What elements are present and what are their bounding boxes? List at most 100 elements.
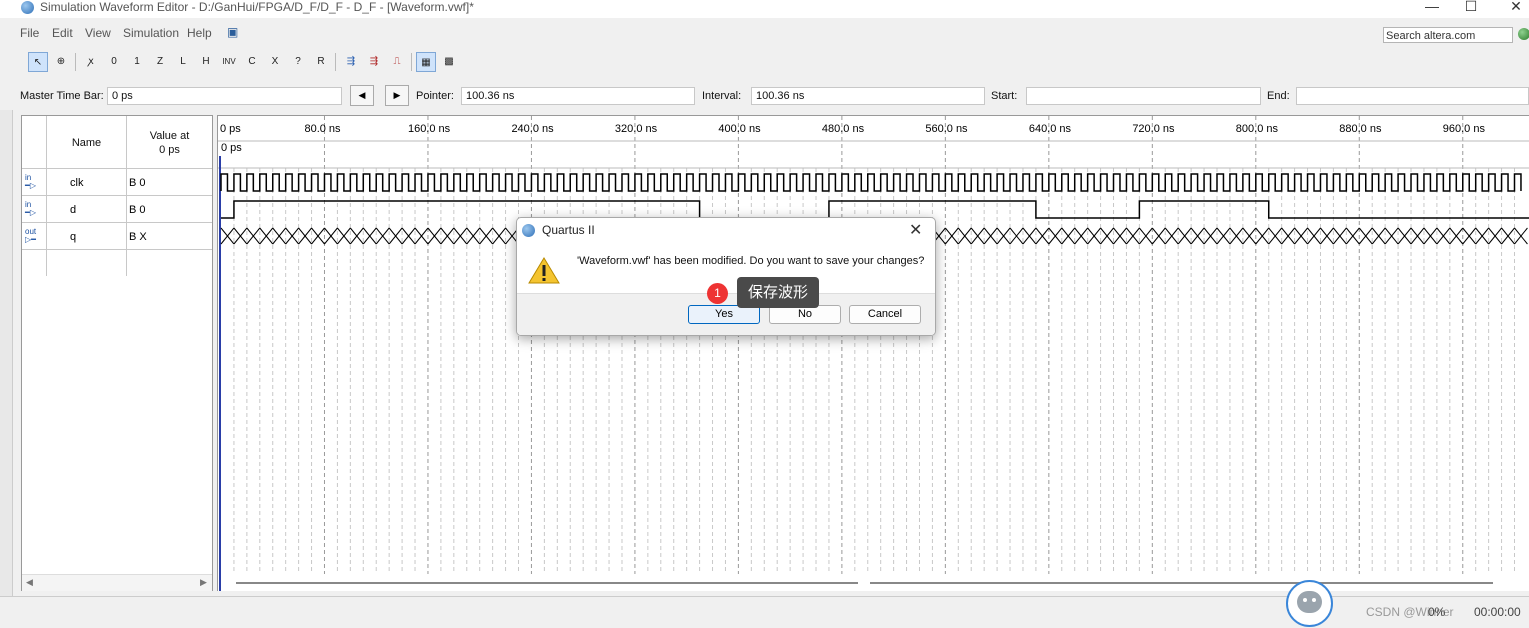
output-pin-icon: out ▷━ [25,227,37,244]
maximize-button[interactable]: ☐ [1451,0,1491,16]
dialog-close-icon[interactable]: ✕ [909,220,922,240]
time-tick-label: 720.0 ns [1132,123,1175,135]
close-button[interactable]: ✕ [1496,0,1529,16]
interval-label: Interval: [702,90,742,102]
grid-icon[interactable]: ▩ [439,52,459,72]
signal-value: B 0 [129,204,146,216]
toolbar-separator [75,53,76,71]
time-tick-label: 160.0 ns [408,123,451,135]
quartus-app-icon [21,1,34,14]
count-value-icon[interactable]: C [242,52,262,72]
time-tick-label: 800.0 ns [1236,123,1279,135]
input-pin-icon: in ━▷ [25,173,36,190]
time-tick-label: 480.0 ns [822,123,865,135]
time-tick-label: 400.0 ns [718,123,761,135]
time-bar: Master Time Bar: 0 ps ◀ ▶ Pointer: 100.3… [12,82,1529,112]
name-column-header[interactable]: Name [47,137,126,149]
quartus-dialog-icon [522,224,535,237]
start-label: Start: [991,90,1018,102]
end-label: End: [1267,90,1290,102]
signal-name: d [70,204,77,216]
signal-row-d[interactable]: in ━▷ d B 0 [22,196,212,223]
menu-simulation[interactable]: Simulation [123,26,179,40]
clk-waveform [220,173,1522,192]
time-tick-label: 960.0 ns [1443,123,1486,135]
waveform-canvas[interactable]: 0 ps 80.0 ns 160.0 ns 240.0 ns 320.0 ns 400.0… [218,116,1529,591]
time-tick-label: 320.0 ns [615,123,658,135]
signal-value: B X [129,231,147,243]
help-chat-icon[interactable]: ▣ [227,25,238,39]
menu-help[interactable]: Help [187,26,212,40]
signal-value: B 0 [129,177,146,189]
dialog-message: 'Waveform.vwf' has been modified. Do you… [577,255,925,267]
run-functional-simulation-icon[interactable]: ⇶ [341,52,361,72]
avatar-eye [1312,598,1316,602]
generate-netlist-icon[interactable]: ⎍ [387,52,407,72]
input-pin-icon: in ━▷ [25,200,36,217]
avatar-eye [1303,598,1307,602]
toolbar-separator [411,53,412,71]
toolbar: ↖ ⊕ ꭗ 0 1 Z L H INV C X ? R ⇶ ⇶ ⎍ ▦ ▩ [12,48,1529,74]
menu-view[interactable]: View [85,26,111,40]
next-transition-button[interactable]: ▶ [385,85,409,106]
search-input[interactable]: Search altera.com [1383,27,1513,43]
dont-care-icon[interactable]: R [311,52,331,72]
invert-icon[interactable]: INV [219,52,239,72]
window-title: Simulation Waveform Editor - D:/GanHui/F… [40,0,474,14]
snap-icon[interactable]: ▦ [416,52,436,72]
master-time-bar-field[interactable]: 0 ps [107,87,342,105]
time-tick-label: 0 ps [220,123,241,135]
signal-row-clk[interactable]: in ━▷ clk B 0 [22,169,212,196]
warning-icon [528,257,560,284]
cancel-button[interactable]: Cancel [849,305,921,324]
prev-transition-button[interactable]: ◀ [350,85,374,106]
zoom-tool-icon[interactable]: ⊕ [51,52,71,72]
scroll-left-icon[interactable]: ◀ [26,577,33,588]
master-time-bar-label: Master Time Bar: [20,90,104,102]
title-bar: Simulation Waveform Editor - D:/GanHui/F… [0,0,1529,18]
annotation-tooltip: 保存波形 [737,277,819,308]
toolbar-separator [335,53,336,71]
uninitialized-icon[interactable]: ꭗ [81,52,101,72]
signal-row-q[interactable]: out ▷━ q B X [22,223,212,250]
scroll-right-icon[interactable]: ▶ [200,577,207,588]
end-field[interactable] [1296,87,1529,105]
menu-file[interactable]: File [20,26,39,40]
weak-high-icon[interactable]: H [196,52,216,72]
forcing-low-icon[interactable]: 0 [104,52,124,72]
time-tick-label: 880.0 ns [1339,123,1382,135]
avatar-head [1297,591,1322,613]
interval-field: 100.36 ns [751,87,985,105]
time-tick-label: 640.0 ns [1029,123,1072,135]
menu-edit[interactable]: Edit [52,26,73,40]
globe-icon[interactable] [1518,28,1529,40]
random-value-icon[interactable]: ? [288,52,308,72]
value-column-time: 0 ps [159,144,180,156]
time-tick-label: 560.0 ns [925,123,968,135]
time-tick-label: 240.0 ns [511,123,554,135]
value-column-header[interactable]: Value at [127,130,212,142]
save-changes-dialog: Quartus II ✕ 'Waveform.vwf' has been mod… [516,217,936,336]
signal-name: q [70,231,77,243]
dialog-title: Quartus II [542,223,595,237]
cursor-label: 0 ps [221,142,242,154]
forcing-high-icon[interactable]: 1 [127,52,147,72]
high-impedance-icon[interactable]: Z [150,52,170,72]
clock-icon[interactable]: X [265,52,285,72]
weak-low-icon[interactable]: L [173,52,193,72]
run-timing-simulation-icon[interactable]: ⇶ [364,52,384,72]
assistant-avatar-icon[interactable] [1286,580,1333,627]
minimize-button[interactable]: — [1412,0,1452,16]
d-waveform [221,200,1529,219]
time-tick-label: 80.0 ns [304,123,341,135]
pointer-label: Pointer: [416,90,454,102]
pointer-field: 100.36 ns [461,87,695,105]
background-window-edge [0,110,13,596]
waveform-panel[interactable]: 0 ps 80.0 ns 160.0 ns 240.0 ns 320.0 ns 400.0… [217,115,1529,591]
start-field[interactable] [1026,87,1261,105]
pointer-tool-icon[interactable]: ↖ [28,52,48,72]
signal-table: Name Value at 0 ps in ━▷ clk B 0 in ━▷ d B… [21,115,213,591]
signal-name: clk [70,177,84,189]
progress-percent: 0% [1428,605,1446,619]
table-horizontal-scrollbar[interactable]: ◀ ▶ [22,574,212,591]
